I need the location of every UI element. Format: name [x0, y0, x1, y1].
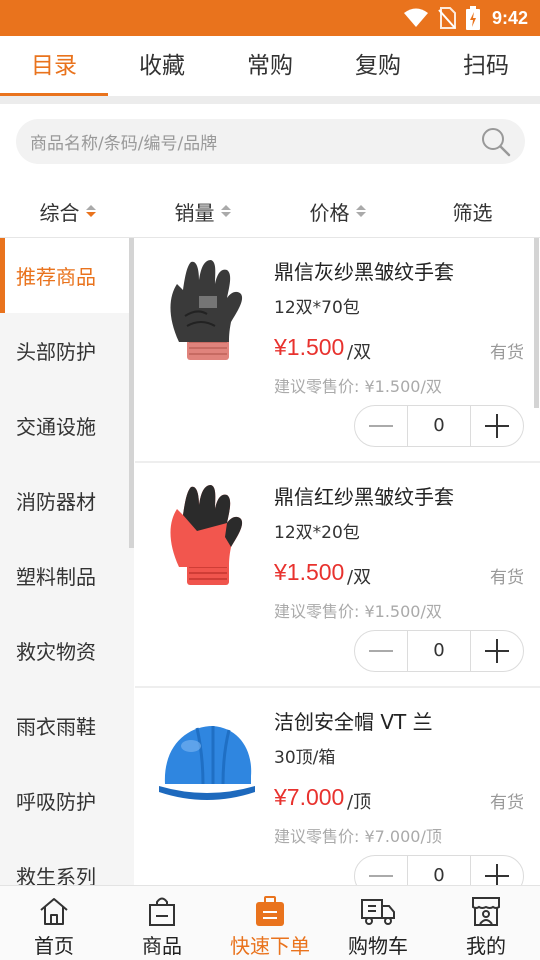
tab-scan[interactable]: 扫码 [432, 36, 540, 96]
sidebar-item-traffic-facilities[interactable]: 交通设施 [0, 388, 134, 463]
stock-status: 有货 [490, 793, 524, 813]
plus-icon [485, 639, 509, 663]
status-bar: 9:42 [0, 0, 540, 36]
red-black-glove-image [170, 485, 243, 585]
plus-button[interactable] [471, 856, 523, 885]
product-unit: /双 [347, 567, 372, 588]
product-name: 鼎信灰纱黑皱纹手套 [274, 260, 454, 284]
suggested-retail-price: 建议零售价: ¥1.500/双 [274, 602, 442, 621]
product-name: 洁创安全帽 VT 兰 [274, 710, 433, 734]
product-unit: /顶 [347, 792, 372, 813]
search-icon[interactable] [481, 127, 511, 157]
nav-cart[interactable]: 购物车 [324, 886, 432, 960]
product-spec: 12双*20包 [274, 523, 360, 543]
nav-products[interactable]: 商品 [108, 886, 216, 960]
minus-icon [369, 875, 393, 877]
clock: 9:42 [491, 7, 528, 28]
quantity-stepper: 0 [354, 630, 524, 672]
gray-black-glove-image [170, 260, 243, 360]
tabs-divider [0, 96, 540, 104]
no-sim-icon [438, 7, 456, 29]
tab-repurchase[interactable]: 复购 [324, 36, 432, 96]
tab-favorites[interactable]: 收藏 [108, 36, 216, 96]
sidebar-item-raingear[interactable]: 雨衣雨鞋 [0, 688, 134, 763]
bottom-nav: 首页 商品 快速下单 购物车 我的 [0, 885, 540, 960]
sort-label: 价格 [309, 200, 350, 225]
sidebar-item-recommended[interactable]: 推荐商品 [0, 238, 134, 313]
minus-icon [369, 650, 393, 652]
search-input[interactable]: 商品名称/条码/编号/品牌 [16, 119, 525, 164]
nav-label: 快速下单 [230, 934, 310, 958]
tab-catalog[interactable]: 目录 [0, 36, 108, 96]
product-price: ¥1.500 [274, 559, 345, 585]
product-list-scrollbar[interactable] [534, 238, 539, 408]
shopping-bag-icon [149, 897, 175, 926]
sort-arrows-icon [220, 205, 231, 217]
nav-label: 商品 [142, 934, 182, 958]
sort-label: 筛选 [452, 200, 493, 225]
minus-button[interactable] [355, 406, 407, 446]
tab-frequent[interactable]: 常购 [216, 36, 324, 96]
nav-quick-order[interactable]: 快速下单 [216, 886, 324, 960]
home-icon [40, 898, 68, 925]
product-name: 鼎信红纱黑皱纹手套 [274, 485, 454, 509]
quantity-stepper: 0 [354, 405, 524, 447]
sidebar-item-respiratory[interactable]: 呼吸防护 [0, 763, 134, 838]
plus-icon [485, 864, 509, 885]
sidebar-item-lifesaving[interactable]: 救生系列 [0, 838, 134, 885]
minus-button[interactable] [355, 856, 407, 885]
category-sidebar: 推荐商品 头部防护 交通设施 消防器材 塑料制品 救灾物资 雨衣雨鞋 呼吸防护 … [0, 238, 134, 885]
quick-order-icon [256, 896, 284, 926]
top-tabs: 目录 收藏 常购 复购 扫码 [0, 36, 540, 96]
list-item[interactable]: 洁创安全帽 VT 兰 30顶/箱 ¥7.000 /顶 有货 建议零售价: ¥7.… [135, 688, 540, 885]
quantity-field[interactable]: 0 [407, 406, 471, 446]
quantity-stepper: 0 [354, 855, 524, 885]
stock-status: 有货 [490, 343, 524, 363]
product-price: ¥7.000 [274, 784, 345, 810]
sort-sales[interactable]: 销量 [135, 186, 270, 236]
list-item[interactable]: 鼎信红纱黑皱纹手套 12双*20包 ¥1.500 /双 有货 建议零售价: ¥1… [135, 463, 540, 688]
suggested-retail-price: 建议零售价: ¥1.500/双 [274, 377, 442, 396]
battery-charging-icon [465, 6, 480, 30]
product-price: ¥1.500 [274, 334, 345, 360]
search-placeholder: 商品名称/条码/编号/品牌 [30, 134, 218, 154]
nav-label: 首页 [34, 934, 74, 958]
nav-label: 购物车 [348, 934, 408, 958]
store-user-icon [472, 897, 500, 926]
sort-label: 综合 [39, 200, 80, 225]
sort-arrows-icon [355, 205, 366, 217]
wifi-icon [403, 8, 428, 27]
sort-label: 销量 [174, 200, 215, 225]
sort-bar: 综合 销量 价格 筛选 [0, 186, 540, 236]
nav-mine[interactable]: 我的 [432, 886, 540, 960]
truck-cart-icon [361, 899, 395, 925]
suggested-retail-price: 建议零售价: ¥7.000/顶 [274, 827, 442, 846]
sidebar-item-disaster-relief[interactable]: 救灾物资 [0, 613, 134, 688]
product-unit: /双 [347, 342, 372, 363]
product-spec: 12双*70包 [274, 298, 360, 318]
sidebar-item-plastic-products[interactable]: 塑料制品 [0, 538, 134, 613]
plus-icon [485, 414, 509, 438]
filter-button[interactable]: 筛选 [405, 186, 540, 236]
stock-status: 有货 [490, 568, 524, 588]
plus-button[interactable] [471, 631, 523, 671]
sort-arrows-icon [85, 205, 96, 217]
list-item[interactable]: 鼎信灰纱黑皱纹手套 12双*70包 ¥1.500 /双 有货 建议零售价: ¥1… [135, 238, 540, 463]
quantity-field[interactable]: 0 [407, 631, 471, 671]
plus-button[interactable] [471, 406, 523, 446]
blue-safety-helmet-image [159, 726, 255, 800]
sidebar-scrollbar[interactable] [129, 238, 134, 548]
nav-home[interactable]: 首页 [0, 886, 108, 960]
sort-price[interactable]: 价格 [270, 186, 405, 236]
product-spec: 30顶/箱 [274, 748, 336, 768]
minus-button[interactable] [355, 631, 407, 671]
quantity-field[interactable]: 0 [407, 856, 471, 885]
sort-comprehensive[interactable]: 综合 [0, 186, 135, 236]
sidebar-item-head-protection[interactable]: 头部防护 [0, 313, 134, 388]
sidebar-item-fire-equipment[interactable]: 消防器材 [0, 463, 134, 538]
minus-icon [369, 425, 393, 427]
nav-label: 我的 [466, 934, 506, 958]
product-list: 鼎信灰纱黑皱纹手套 12双*70包 ¥1.500 /双 有货 建议零售价: ¥1… [135, 238, 540, 885]
